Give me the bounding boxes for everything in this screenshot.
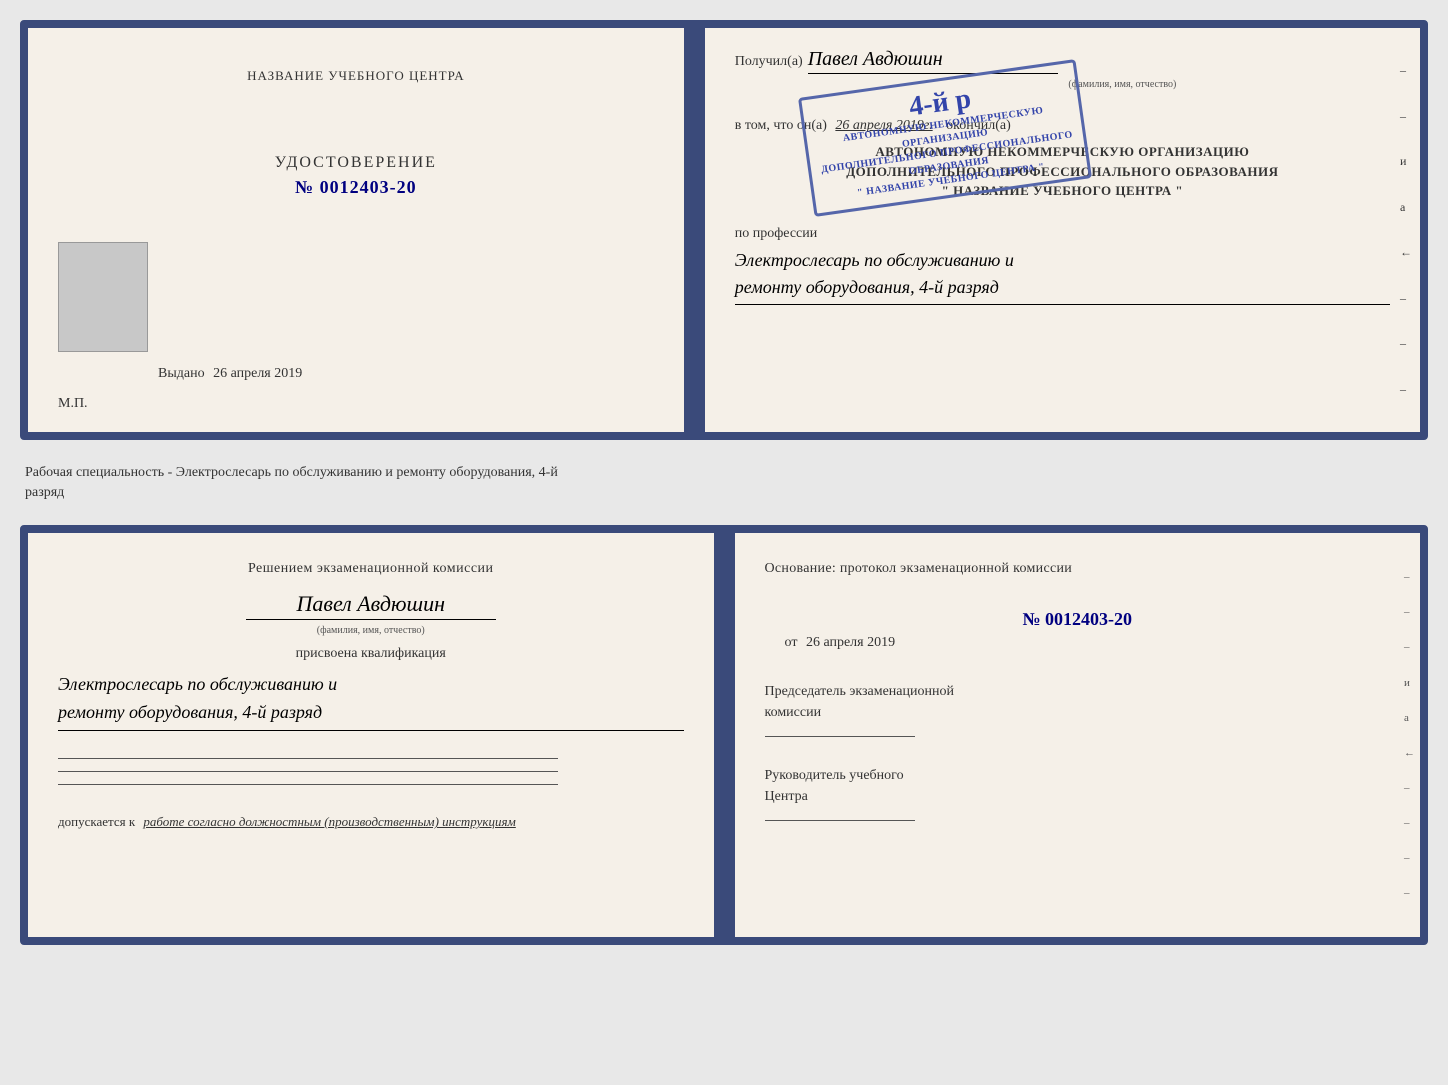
top-left-title: НАЗВАНИЕ УЧЕБНОГО ЦЕНТРА [247, 68, 464, 84]
completion-date: 26 апреля 2019г. [835, 118, 932, 133]
org-line3: " НАЗВАНИЕ УЧЕБНОГО ЦЕНТРА " [735, 181, 1390, 201]
inner-left-page: Решением экзаменационной комиссии Павел … [28, 533, 717, 937]
top-booklet: НАЗВАНИЕ УЧЕБНОГО ЦЕНТРА УДОСТОВЕРЕНИЕ №… [20, 20, 1428, 440]
chairman-label: Председатель экзаменационной комиссии [765, 681, 1391, 723]
head-line1: Руководитель учебного [765, 768, 904, 783]
allowed-text: работе согласно должностным (производств… [143, 814, 515, 829]
middle-text-line2: разряд [25, 483, 1423, 503]
issued-prefix: Выдано [158, 366, 205, 381]
chairman-line2: комиссии [765, 705, 822, 720]
inner-fio-label: (фамилия, имя, отчество) [58, 625, 684, 636]
qualification-label: присвоена квалификация [58, 646, 684, 662]
certificate-section: УДОСТОВЕРЕНИЕ № 0012403-20 [275, 154, 437, 198]
qual-line1: Электрослесарь по обслуживанию и [58, 674, 337, 694]
commission-decision: Решением экзаменационной комиссии [58, 558, 684, 580]
cert-label: УДОСТОВЕРЕНИЕ [275, 154, 437, 172]
basis-label: Основание: протокол экзаменационной коми… [765, 558, 1391, 579]
sig-line-1 [58, 758, 558, 759]
received-dash: – [1063, 54, 1070, 70]
completion-text: в том, что он(а) 26 апреля 2019г. окончи… [735, 115, 1390, 137]
sig-line-3 [58, 784, 558, 785]
allowed-label: допускается к работе согласно должностны… [58, 812, 684, 832]
org-line1: АВТОНОМНУЮ НЕКОММЕРЧЕСКУЮ ОРГАНИЗАЦИЮ [735, 142, 1390, 162]
signature-lines [58, 746, 684, 797]
inner-spine [717, 533, 735, 937]
bottom-booklet: Решением экзаменационной комиссии Павел … [20, 525, 1428, 945]
finished-label: окончил(а) [946, 118, 1011, 133]
profession-label: по профессии [735, 226, 1390, 242]
right-side-marks: – – – и а ← – – – – [1404, 533, 1415, 937]
head-line2: Центра [765, 789, 808, 804]
allowed-prefix: допускается к [58, 814, 135, 829]
issued-line: Выдано 26 апреля 2019 [158, 366, 302, 382]
completion-text-label: в том, что он(а) [735, 118, 827, 133]
org-block: АВТОНОМНУЮ НЕКОММЕРЧЕСКУЮ ОРГАНИЗАЦИЮ ДО… [735, 142, 1390, 201]
qualification-value: Электрослесарь по обслуживанию и ремонту… [58, 670, 684, 732]
cert-number: № 0012403-20 [275, 177, 437, 198]
profession-line2: ремонту оборудования, 4-й разряд [735, 277, 999, 297]
side-marks-right: – – и а ← – – – [1400, 28, 1412, 432]
top-spine [687, 28, 705, 432]
qual-line2: ремонту оборудования, 4-й разряд [58, 702, 322, 722]
profession-line1: Электрослесарь по обслуживанию и [735, 250, 1014, 270]
received-line: Получил(а) Павел Авдюшин – [735, 48, 1390, 74]
sig-line-2 [58, 771, 558, 772]
issued-date: 26 апреля 2019 [213, 366, 302, 381]
received-label: Получил(а) [735, 54, 803, 70]
top-left-page: НАЗВАНИЕ УЧЕБНОГО ЦЕНТРА УДОСТОВЕРЕНИЕ №… [28, 28, 687, 432]
chairman-sig-line [765, 736, 915, 737]
basis-date: 26 апреля 2019 [806, 635, 895, 650]
head-sig-line [765, 820, 915, 821]
top-right-page: Получил(а) Павел Авдюшин – (фамилия, имя… [705, 28, 1420, 432]
photo-placeholder [58, 242, 148, 352]
basis-date-line: от 26 апреля 2019 [765, 635, 1391, 651]
basis-number: № 0012403-20 [765, 609, 1391, 630]
received-name: Павел Авдюшин [808, 48, 1058, 74]
profession-value: Электрослесарь по обслуживанию и ремонту… [735, 247, 1390, 305]
inner-person-name: Павел Авдюшин [246, 591, 496, 620]
basis-date-prefix: от [785, 635, 798, 650]
head-label: Руководитель учебного Центра [765, 765, 1391, 807]
middle-text: Рабочая специальность - Электрослесарь п… [20, 458, 1428, 507]
mp-label: М.П. [58, 396, 88, 412]
inner-right-page: Основание: протокол экзаменационной коми… [735, 533, 1421, 937]
page-container: НАЗВАНИЕ УЧЕБНОГО ЦЕНТРА УДОСТОВЕРЕНИЕ №… [20, 20, 1428, 945]
middle-text-line1: Рабочая специальность - Электрослесарь п… [25, 463, 1423, 483]
org-line2: ДОПОЛНИТЕЛЬНОГО ПРОФЕССИОНАЛЬНОГО ОБРАЗО… [735, 162, 1390, 182]
chairman-line1: Председатель экзаменационной [765, 684, 954, 699]
top-fio-label: (фамилия, имя, отчество) [855, 79, 1390, 90]
